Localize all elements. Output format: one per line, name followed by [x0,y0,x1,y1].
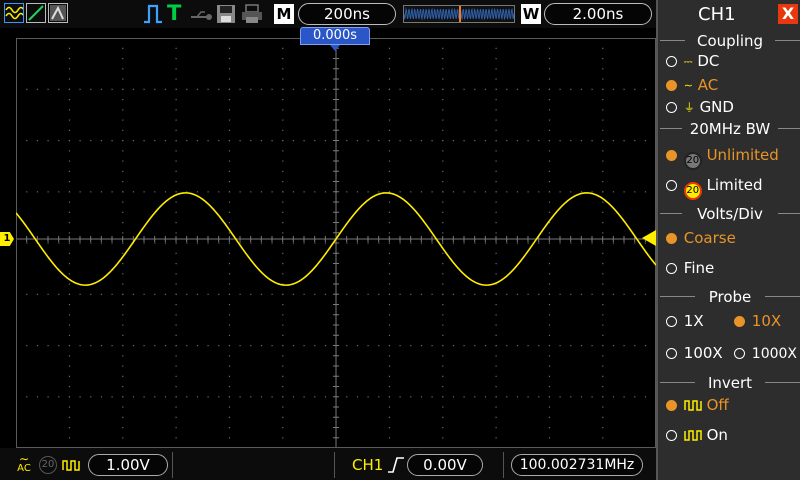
section-title: Coupling [685,31,775,51]
option-unlimited[interactable]: 20 Unlimited [666,145,779,170]
option-label: Fine [683,259,715,277]
run-status-icon [142,4,164,28]
radio-icon [666,180,677,191]
option-label: 1000X [751,346,798,362]
option-invert-on[interactable]: On [666,425,728,445]
radio-icon [666,348,677,359]
graticule [16,38,656,448]
ac-symbol-icon: ∼ [683,79,693,92]
option-coarse[interactable]: Coarse [666,228,736,248]
radio-icon [666,430,677,441]
ch1-volts-div[interactable]: 1.00V [88,454,168,476]
radio-icon [666,400,677,411]
section-title: 20MHz BW [682,119,778,139]
invert-off-icon [684,400,702,411]
top-status-bar: T M 200ns W 2.00ns [0,0,656,28]
option-label: Coarse [683,229,736,247]
option-label: 10X [751,312,782,330]
section-title: Probe [695,287,765,307]
print-icon[interactable] [241,4,263,28]
radio-icon [734,348,745,359]
bandwidth-limit-icon: 20 [39,456,57,474]
persist-mode-icon[interactable] [48,3,68,23]
option-label: AC [697,76,719,94]
radio-icon [666,263,677,274]
window-value[interactable]: 2.00ns [544,3,652,25]
vector-mode-icon[interactable] [26,3,46,23]
volts-div-section: Volts/Div Coarse Fine [660,204,800,285]
dc-symbol-icon: ⎓ [683,55,693,68]
invert-section: Invert Off On [660,373,800,462]
frequency-counter: 100.002731MHz [511,454,643,476]
option-label: 1X [683,312,704,330]
option-gnd[interactable]: ⏚ GND [666,97,734,117]
section-title: Volts/Div [682,204,778,224]
bandwidth-symbol: 20 [41,459,55,470]
channel-1-marker[interactable]: 1 [0,232,14,246]
bottom-status-bar: ∼ AC 20 1.00V CH1 0.00V 100.002731MHz [0,448,656,480]
channel-menu: CH1 X Coupling ⎓ DC ∼ AC ⏚ GND 20MHz BW … [656,0,800,480]
divider [172,452,173,478]
option-label: Off [706,396,729,414]
trigger-position-arrow [330,45,340,51]
radio-icon [666,102,677,113]
trigger-time-marker[interactable]: 0.000s [300,27,370,45]
divider [334,452,335,478]
option-10x[interactable]: 10X [734,311,781,331]
rising-edge-icon [387,456,405,478]
option-label: Limited [706,176,763,194]
ac-coupling-icon: ∼ AC [14,453,34,476]
option-label: On [706,426,728,444]
option-100x[interactable]: 100X [666,343,723,363]
ground-icon: ⏚ [683,101,695,114]
trigger-source[interactable]: CH1 [352,455,383,475]
trigger-level-value[interactable]: 0.00V [407,454,483,476]
timebase-value[interactable]: 200ns [298,3,396,25]
section-title: Invert [695,373,765,393]
bw-limited-icon: 20 [683,182,702,200]
timebase-label: M [274,4,294,24]
radio-icon [666,80,677,91]
save-icon[interactable] [216,4,236,28]
bw-unlimited-icon: 20 [683,152,702,170]
coupling-section: Coupling ⎓ DC ∼ AC ⏚ GND [660,31,800,118]
waveform-mode-icon[interactable] [4,3,25,23]
option-limited[interactable]: 20 Limited [666,175,763,200]
option-label: DC [697,52,720,70]
window-label: W [521,4,541,24]
trigger-status: T [167,1,182,25]
option-label: GND [699,98,734,116]
option-label: 100X [683,344,723,362]
usb-icon [191,8,213,27]
coupling-symbol: AC [17,463,31,474]
option-fine[interactable]: Fine [666,258,714,278]
divider [503,452,504,478]
radio-icon [666,56,677,67]
bandwidth-section: 20MHz BW 20 Unlimited 20 Limited [660,119,800,206]
radio-icon [666,233,677,244]
option-label: Unlimited [706,146,779,164]
invert-off-icon [62,457,82,476]
waveform-display[interactable] [16,38,656,448]
probe-section: Probe 1X 10X 100X 1000X [660,287,800,374]
option-1x[interactable]: 1X [666,311,704,331]
option-dc[interactable]: ⎓ DC [666,51,719,71]
option-ac[interactable]: ∼ AC [666,75,718,95]
option-1000x[interactable]: 1000X [734,343,797,363]
radio-icon [666,150,677,161]
close-icon[interactable]: X [778,4,798,24]
option-invert-off[interactable]: Off [666,395,729,415]
invert-on-icon [684,430,702,441]
trigger-level-marker[interactable] [642,230,656,246]
memory-position-bar[interactable] [403,5,515,23]
radio-icon [666,316,677,327]
radio-icon [734,316,745,327]
